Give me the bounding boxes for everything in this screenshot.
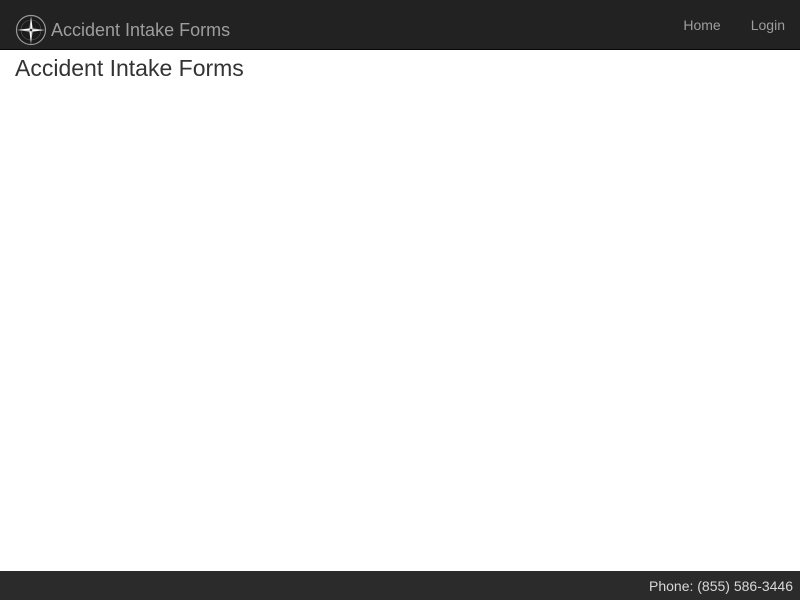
compass-rose-icon <box>15 14 47 46</box>
footer: Phone: (855) 586-3446 <box>0 571 800 600</box>
page-title: Accident Intake Forms <box>15 55 244 81</box>
nav-home-link[interactable]: Home <box>668 0 735 34</box>
brand-link[interactable]: Accident Intake Forms <box>15 14 230 46</box>
footer-phone-text: Phone: (855) 586-3446 <box>649 578 793 594</box>
top-navbar: Accident Intake Forms Home Login <box>0 0 800 50</box>
nav-login-link[interactable]: Login <box>736 0 800 34</box>
nav-links: Home Login <box>668 0 800 50</box>
brand-title: Accident Intake Forms <box>51 20 231 40</box>
